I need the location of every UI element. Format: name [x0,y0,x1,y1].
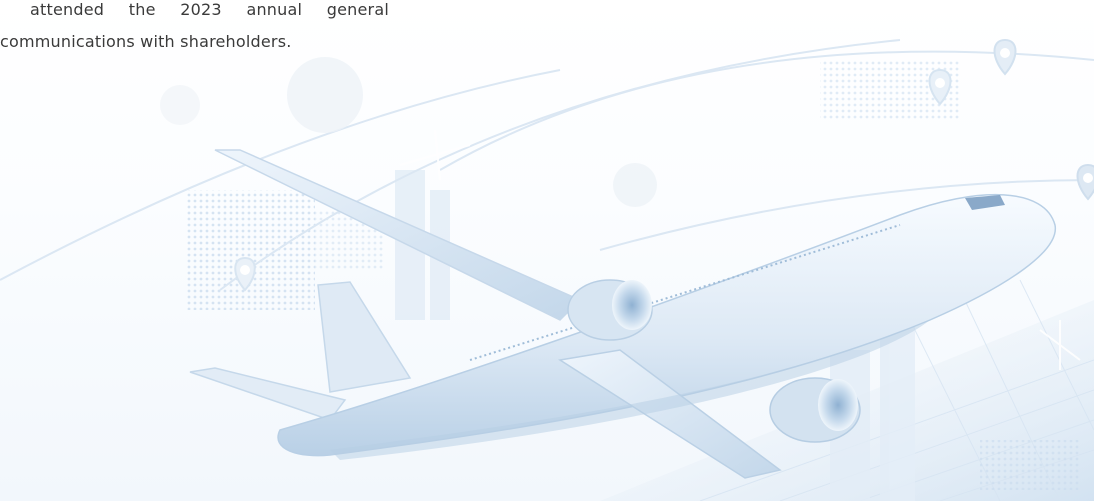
paragraph-line: communications with shareholders. [0,32,292,51]
dot-pattern-block [980,440,1080,490]
location-pin-icon [993,38,1017,76]
paragraph-fragment: attended the 2023 annual general communi… [0,0,390,58]
location-pin-icon [1076,163,1094,201]
bokeh-circle [613,163,657,207]
dot-pattern-block [185,190,315,310]
paragraph-line: attended the 2023 annual general [30,0,389,19]
bokeh-circle [160,85,200,125]
background-illustration [0,38,1094,501]
report-page: attended the 2023 annual general communi… [0,0,1094,501]
bokeh-circle [287,57,363,133]
